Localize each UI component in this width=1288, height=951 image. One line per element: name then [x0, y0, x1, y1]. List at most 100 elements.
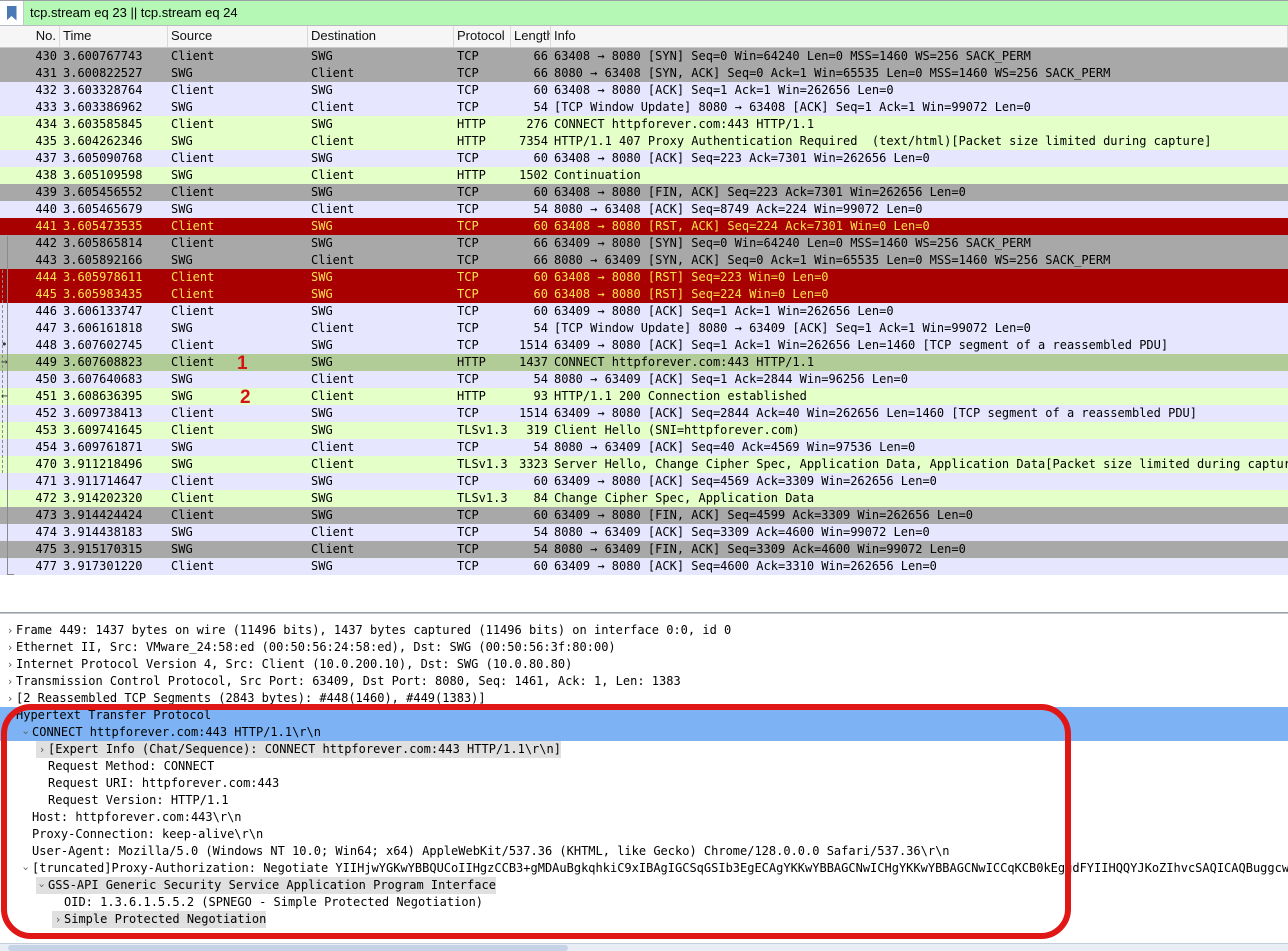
detail-line[interactable]: › [Expert Info (Chat/Sequence): CONNECT h… — [0, 741, 1288, 758]
pane-splitter[interactable] — [0, 612, 1288, 614]
cell-dst: Client — [311, 389, 355, 403]
expander-collapsed-icon[interactable]: › — [4, 656, 16, 673]
column-header-destination[interactable]: Destination — [308, 26, 454, 47]
cell-len: 54 — [533, 372, 548, 386]
packet-row-437[interactable]: 437 3.605090768 Client SWG TCP 60 63408 → 8080… — [0, 150, 1288, 167]
cell-dst: SWG — [311, 236, 333, 250]
packet-row-446[interactable]: 446 3.606133747 Client SWG TCP 60 63409 → 8080… — [0, 303, 1288, 320]
packet-row-473[interactable]: 473 3.914424424 Client SWG TCP 60 63409 → 8080… — [0, 507, 1288, 524]
detail-line[interactable]: › Hypertext Transfer Protocol — [0, 707, 1288, 724]
cell-dst: Client — [311, 100, 355, 114]
expander-collapsed-icon[interactable]: › — [4, 673, 16, 690]
packet-row-445[interactable]: 445 3.605983435 Client SWG TCP 60 63408 → 8080… — [0, 286, 1288, 303]
packet-row-453[interactable]: 453 3.609741645 Client SWG TLSv1.3 319 Client … — [0, 422, 1288, 439]
cell-pro: TCP — [457, 508, 479, 522]
packet-row-447[interactable]: 447 3.606161818 SWG Client TCP 54 [TCP Window … — [0, 320, 1288, 337]
packet-row-451[interactable]: ← 451 3.608636395 SWG Client HTTP 93 HTTP/1.1 2… — [0, 388, 1288, 405]
packet-row-439[interactable]: 439 3.605456552 Client SWG TCP 60 63408 → 8080… — [0, 184, 1288, 201]
cell-pro: TCP — [457, 287, 479, 301]
horizontal-scrollbar-thumb[interactable] — [8, 945, 568, 951]
cell-info: HTTP/1.1 200 Connection established — [554, 389, 807, 403]
detail-text: Internet Protocol Version 4, Src: Client… — [16, 657, 573, 671]
column-header-info[interactable]: Info — [551, 26, 1288, 47]
expander-collapsed-icon[interactable]: › — [4, 639, 16, 656]
packet-row-430[interactable]: 430 3.600767743 Client SWG TCP 66 63408 → 8080… — [0, 48, 1288, 65]
detail-line[interactable]: User-Agent: Mozilla/5.0 (Windows NT 10.0… — [0, 843, 1288, 860]
detail-line[interactable]: Host: httpforever.com:443\r\n — [0, 809, 1288, 826]
column-header-no[interactable]: No. — [0, 26, 60, 47]
packet-row-442[interactable]: 442 3.605865814 Client SWG TCP 66 63409 → 8080… — [0, 235, 1288, 252]
packet-row-432[interactable]: 432 3.603328764 Client SWG TCP 60 63408 → 8080… — [0, 82, 1288, 99]
column-header-length[interactable]: Length — [511, 26, 551, 47]
detail-line[interactable]: › Transmission Control Protocol, Src Port… — [0, 673, 1288, 690]
detail-line[interactable]: OID: 1.3.6.1.5.5.2 (SPNEGO - Simple Prot… — [0, 894, 1288, 911]
detail-line[interactable]: Request URI: httpforever.com:443 — [0, 775, 1288, 792]
expander-collapsed-icon[interactable]: › — [4, 622, 16, 639]
packet-row-474[interactable]: 474 3.914438183 SWG Client TCP 54 8080 → 63409… — [0, 524, 1288, 541]
packet-row-454[interactable]: 454 3.609761871 SWG Client TCP 54 8080 → 63409… — [0, 439, 1288, 456]
cell-time: 3.605090768 — [63, 151, 143, 165]
detail-line[interactable]: › [truncated]Proxy-Authorization: Negotia… — [0, 860, 1288, 877]
packet-row-475[interactable]: 475 3.915170315 SWG Client TCP 54 8080 → 63409… — [0, 541, 1288, 558]
packet-row-450[interactable]: 450 3.607640683 SWG Client TCP 54 8080 → 63409… — [0, 371, 1288, 388]
detail-line[interactable]: › Internet Protocol Version 4, Src: Clien… — [0, 656, 1288, 673]
packet-row-477[interactable]: 477 3.917301220 Client SWG TCP 60 63409 → 8080… — [0, 558, 1288, 575]
display-filter-bar: tcp.stream eq 23 || tcp.stream eq 24 — [0, 0, 1288, 26]
detail-line[interactable]: › GSS-API Generic Security Service Applic… — [0, 877, 1288, 894]
expander-expanded-icon[interactable]: › — [2, 710, 19, 722]
packet-row-438[interactable]: 438 3.605109598 SWG Client HTTP 1502 Continuat… — [0, 167, 1288, 184]
expander-expanded-icon[interactable]: › — [34, 880, 51, 892]
packet-row-452[interactable]: 452 3.609738413 Client SWG TCP 1514 63409 → 80… — [0, 405, 1288, 422]
horizontal-scrollbar[interactable] — [0, 943, 1288, 951]
packet-row-443[interactable]: 443 3.605892166 SWG Client TCP 66 8080 → 63409… — [0, 252, 1288, 269]
packet-row-472[interactable]: 472 3.914202320 Client SWG TLSv1.3 84 Change C… — [0, 490, 1288, 507]
detail-line[interactable]: Request Method: CONNECT — [0, 758, 1288, 775]
detail-line[interactable]: › [2 Reassembled TCP Segments (2843 bytes… — [0, 690, 1288, 707]
column-header-protocol[interactable]: Protocol — [454, 26, 511, 47]
filter-bookmark-button[interactable] — [0, 1, 24, 25]
cell-src: Client — [171, 117, 215, 131]
expander-collapsed-icon[interactable]: › — [4, 690, 16, 707]
packet-row-431[interactable]: 431 3.600822527 SWG Client TCP 66 8080 → 63408… — [0, 65, 1288, 82]
packet-row-444[interactable]: 444 3.605978611 Client SWG TCP 60 63408 → 8080… — [0, 269, 1288, 286]
packet-row-471[interactable]: 471 3.911714647 Client SWG TCP 60 63409 → 8080… — [0, 473, 1288, 490]
cell-len: 1514 — [519, 406, 548, 420]
conversation-rail-solid — [7, 236, 14, 575]
column-header-source[interactable]: Source — [168, 26, 308, 47]
expander-expanded-icon[interactable]: › — [18, 863, 35, 875]
cell-dst: SWG — [311, 491, 333, 505]
detail-line[interactable]: › Frame 449: 1437 bytes on wire (11496 bi… — [0, 622, 1288, 639]
cell-pro: HTTP — [457, 389, 486, 403]
cell-len: 54 — [533, 542, 548, 556]
cell-time: 3.605892166 — [63, 253, 143, 267]
detail-text: [Expert Info (Chat/Sequence): CONNECT ht… — [48, 742, 561, 756]
packet-row-449[interactable]: → 449 3.607608823 Client SWG HTTP 1437 CONNECT … — [0, 354, 1288, 371]
packet-row-433[interactable]: 433 3.603386962 SWG Client TCP 54 [TCP Window … — [0, 99, 1288, 116]
cell-info: Server Hello, Change Cipher Spec, Applic… — [554, 457, 1288, 471]
cell-dst: Client — [311, 525, 355, 539]
detail-line[interactable]: Request Version: HTTP/1.1 — [0, 792, 1288, 809]
packet-row-448[interactable]: • 448 3.607602745 Client SWG TCP 1514 63409 → 8… — [0, 337, 1288, 354]
packet-row-441[interactable]: 441 3.605473535 Client SWG TCP 60 63408 → 8080… — [0, 218, 1288, 235]
packet-row-440[interactable]: 440 3.605465679 SWG Client TCP 54 8080 → 63408… — [0, 201, 1288, 218]
expander-expanded-icon[interactable]: › — [18, 727, 35, 739]
cell-dst: SWG — [311, 406, 333, 420]
cell-dst: Client — [311, 134, 355, 148]
detail-line[interactable]: Proxy-Connection: keep-alive\r\n — [0, 826, 1288, 843]
expander-collapsed-icon[interactable]: › — [52, 911, 64, 928]
packet-row-470[interactable]: 470 3.911218496 SWG Client TLSv1.3 3323 Server… — [0, 456, 1288, 473]
detail-line[interactable]: › Ethernet II, Src: VMware_24:58:ed (00:5… — [0, 639, 1288, 656]
detail-line[interactable]: › Simple Protected Negotiation — [0, 911, 1288, 928]
detail-line[interactable]: › CONNECT httpforever.com:443 HTTP/1.1\r\… — [0, 724, 1288, 741]
cell-src: Client — [171, 474, 215, 488]
cell-info: 63409 → 8080 [SYN] Seq=0 Win=64240 Len=0… — [554, 236, 1031, 250]
packet-details-pane: › Frame 449: 1437 bytes on wire (11496 bi… — [0, 617, 1288, 943]
packet-row-434[interactable]: 434 3.603585845 Client SWG HTTP 276 CONNECT ht… — [0, 116, 1288, 133]
packet-row-435[interactable]: 435 3.604262346 SWG Client HTTP 7354 HTTP/1.1 … — [0, 133, 1288, 150]
column-header-time[interactable]: Time — [60, 26, 168, 47]
cell-time: 3.917301220 — [63, 559, 143, 573]
cell-len: 54 — [533, 525, 548, 539]
expander-collapsed-icon[interactable]: › — [36, 741, 48, 758]
cell-info: Change Cipher Spec, Application Data — [554, 491, 815, 505]
display-filter-input[interactable]: tcp.stream eq 23 || tcp.stream eq 24 — [24, 1, 1288, 25]
